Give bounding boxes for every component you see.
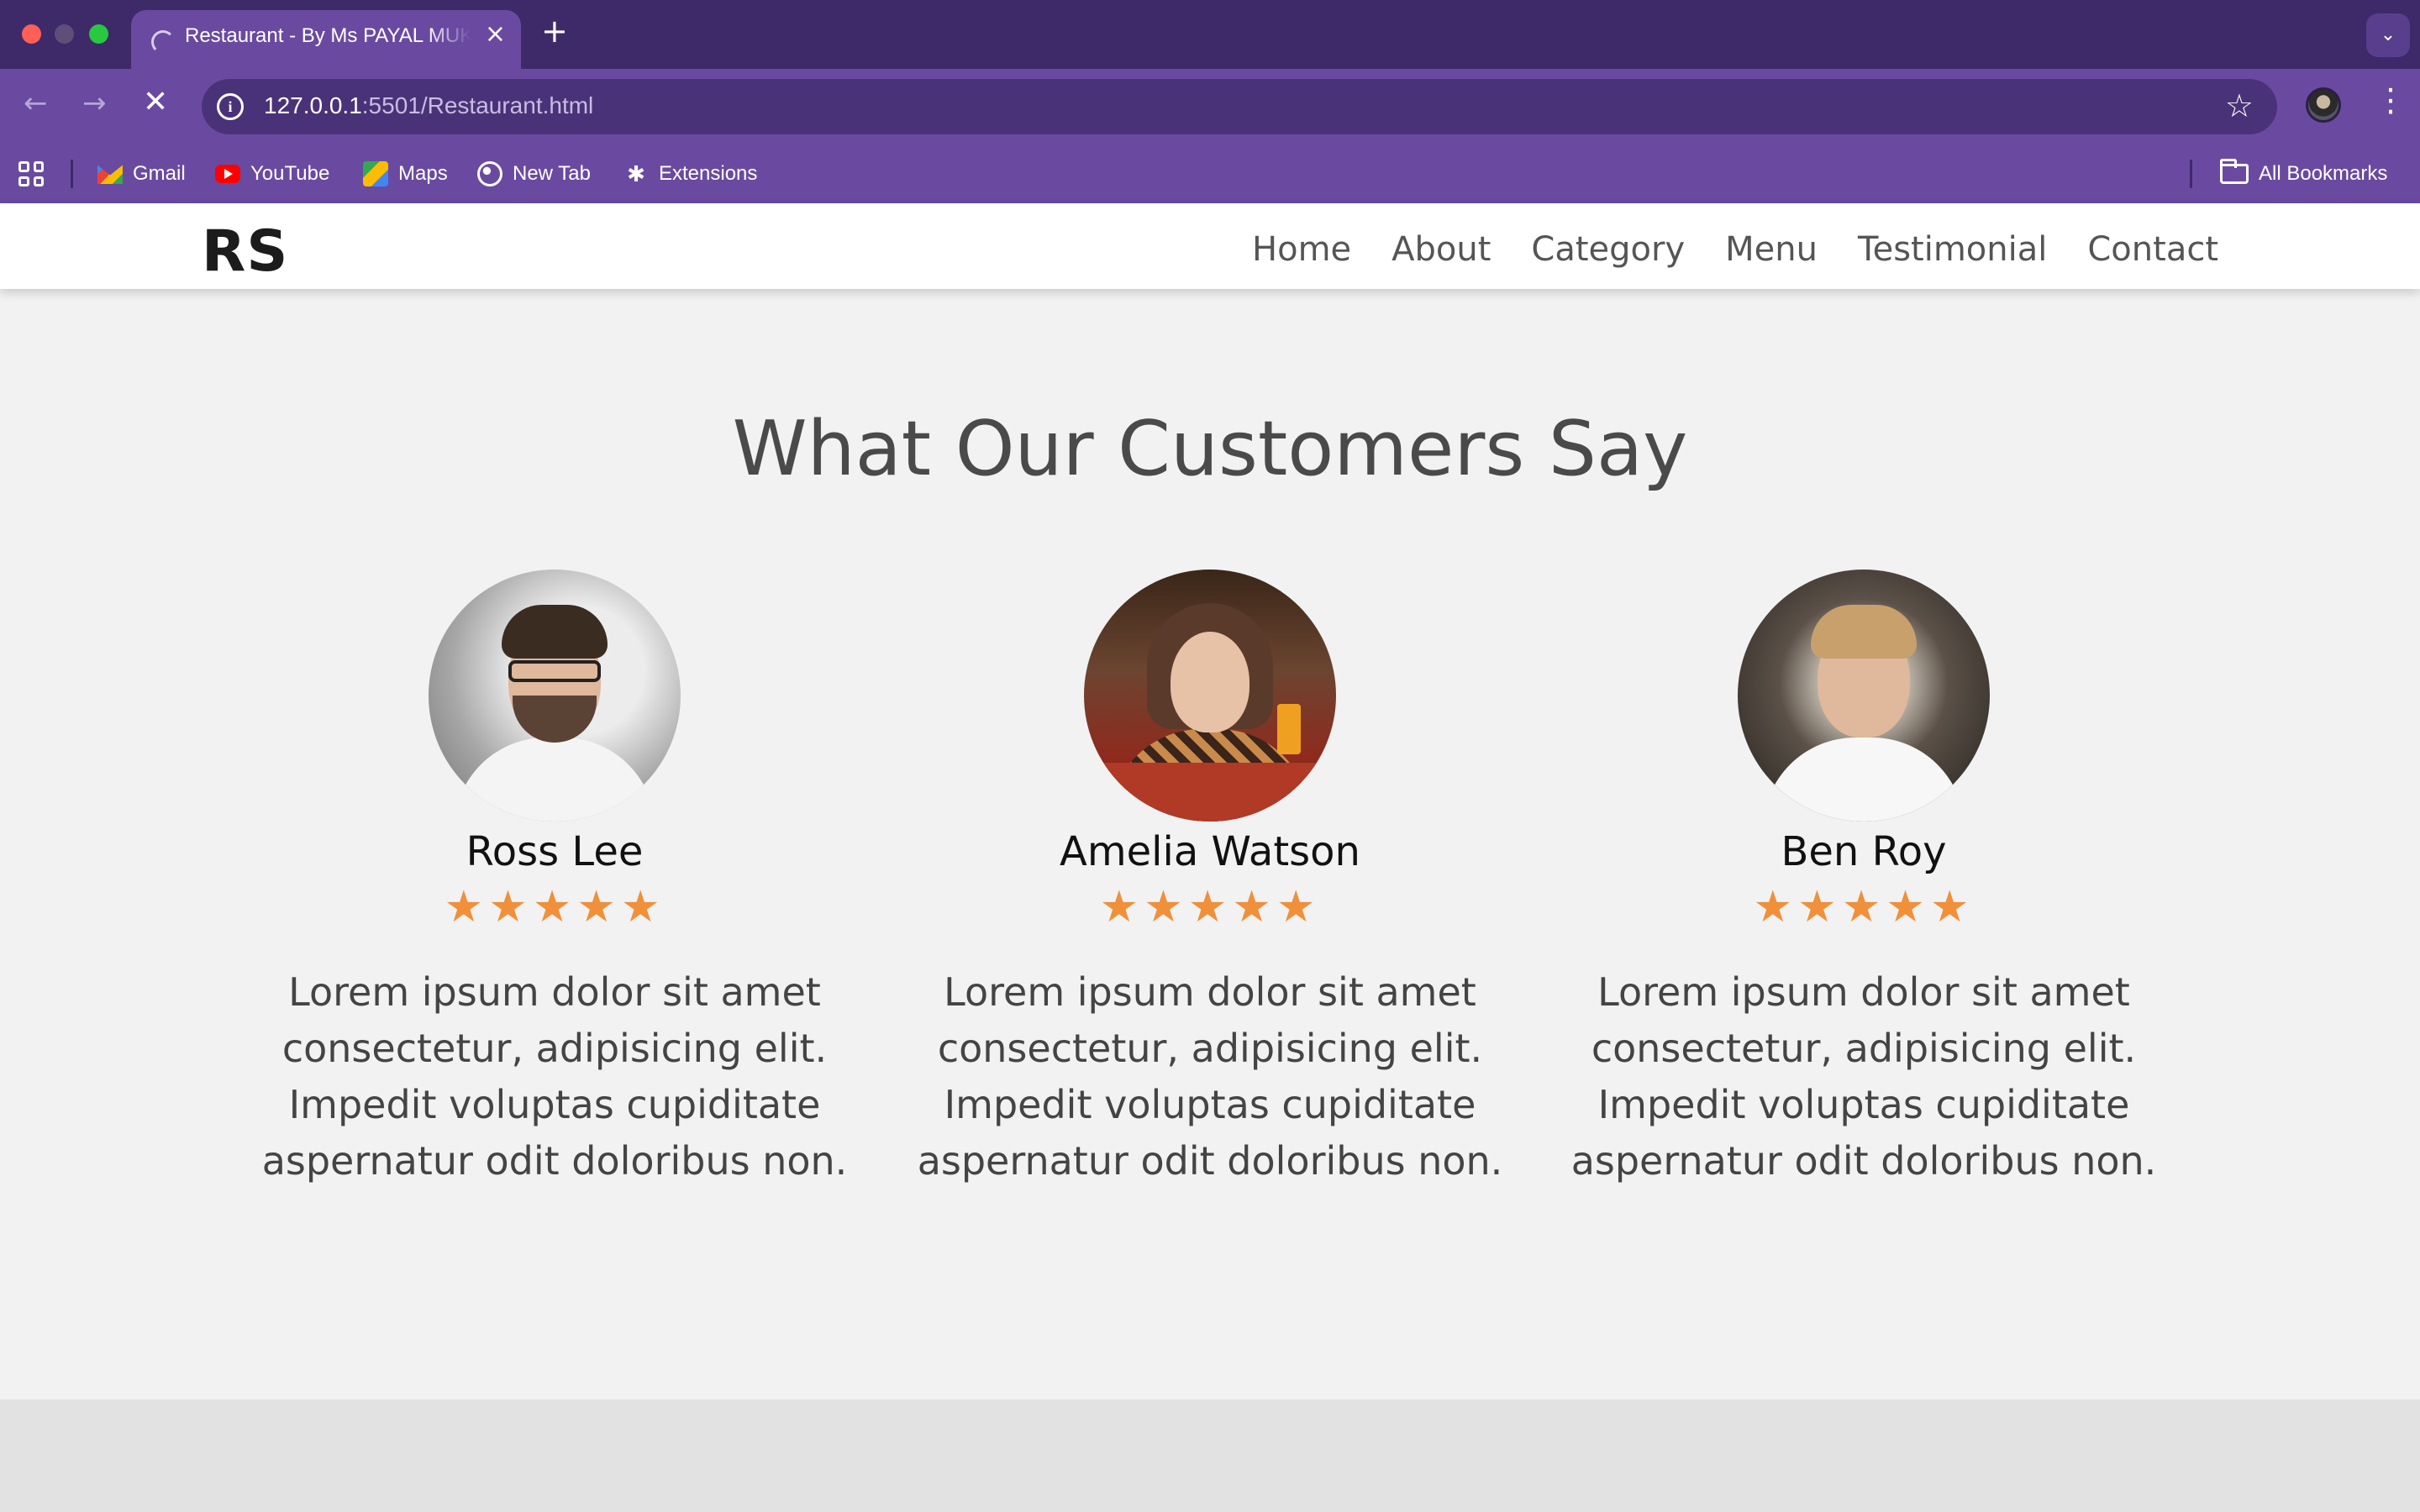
customer-photo <box>1738 570 1990 822</box>
testimonial-card: Ross Lee ★★★★★ Lorem ipsum dolor sit ame… <box>260 570 849 1189</box>
profile-avatar[interactable] <box>2306 87 2341 123</box>
url-text[interactable]: 127.0.0.1:5501/Restaurant.html <box>264 92 593 119</box>
testimonial-card: Amelia Watson ★★★★★ Lorem ipsum dolor si… <box>916 570 1504 1189</box>
window-maximize-button[interactable] <box>89 24 108 44</box>
folder-icon <box>2220 159 2249 184</box>
all-bookmarks-button[interactable]: All Bookmarks <box>2220 159 2388 188</box>
bookmark-maps[interactable]: Maps <box>363 160 448 188</box>
customer-photo <box>1084 570 1336 822</box>
globe-icon <box>477 161 502 186</box>
testimonials-section: What Our Customers Say Ross Lee ★★★★★ Lo… <box>0 289 2420 1399</box>
browser-toolbar: ← → ✕ i 127.0.0.1:5501/Restaurant.html ☆… <box>0 69 2420 144</box>
forward-arrow-icon[interactable]: → <box>82 89 107 118</box>
tab-close-icon[interactable]: × <box>485 22 506 47</box>
bookmark-label: New Tab <box>513 162 591 185</box>
puzzle-icon: ✱ <box>627 161 645 186</box>
address-bar[interactable]: i 127.0.0.1:5501/Restaurant.html ☆ <box>202 79 2277 134</box>
bookmarks-divider <box>2190 160 2192 188</box>
testimonial-card: Ben Roy ★★★★★ Lorem ipsum dolor sit amet… <box>1570 570 2158 1189</box>
apps-grid-icon[interactable] <box>18 161 44 186</box>
site-info-icon[interactable]: i <box>217 93 244 120</box>
browser-menu-icon[interactable]: ⋮ <box>2375 84 2407 116</box>
gmail-icon <box>97 165 123 184</box>
bookmark-label: YouTube <box>250 162 330 185</box>
url-path: :5501/Restaurant.html <box>361 92 594 118</box>
browser-tab-strip: Restaurant - By Ms PAYAL MUKHERJEE × + ⌄ <box>0 0 2420 69</box>
bookmark-label: Gmail <box>133 162 186 185</box>
bookmark-youtube[interactable]: YouTube <box>215 160 329 188</box>
customer-name: Ross Lee <box>466 828 644 875</box>
customer-name: Ben Roy <box>1781 828 1947 875</box>
footer-section <box>0 1399 2420 1512</box>
nav-link-contact[interactable]: Contact <box>2087 230 2218 269</box>
nav-link-testimonial[interactable]: Testimonial <box>1858 230 2047 269</box>
tab-search-button[interactable]: ⌄ <box>2366 13 2410 57</box>
review-text: Lorem ipsum dolor sit amet consectetur, … <box>917 969 1503 1184</box>
review-text: Lorem ipsum dolor sit amet consectetur, … <box>261 969 848 1184</box>
bookmark-label: Extensions <box>659 162 758 185</box>
customer-photo <box>429 570 681 822</box>
bookmark-label: Maps <box>398 162 448 185</box>
new-tab-button[interactable]: + <box>541 15 568 47</box>
review-text: Lorem ipsum dolor sit amet consectetur, … <box>1570 969 2157 1184</box>
nav-link-menu[interactable]: Menu <box>1725 230 1818 269</box>
star-rating-icon: ★★★★★ <box>1753 882 1975 932</box>
main-nav: Home About Category Menu Testimonial Con… <box>1252 230 2218 269</box>
section-heading: What Our Customers Say <box>732 405 1688 493</box>
loading-spinner-icon <box>151 30 175 54</box>
bookmarks-bar: Gmail YouTube Maps New Tab ✱ Extensions … <box>0 144 2420 203</box>
tab-title: Restaurant - By Ms PAYAL MUKHERJEE <box>185 24 471 47</box>
nav-link-home[interactable]: Home <box>1252 230 1351 269</box>
nav-link-about[interactable]: About <box>1392 230 1491 269</box>
bookmark-star-icon[interactable]: ☆ <box>2225 87 2254 124</box>
site-logo[interactable]: RS <box>202 218 288 285</box>
customer-name: Amelia Watson <box>1060 828 1360 875</box>
all-bookmarks-label: All Bookmarks <box>2259 162 2388 185</box>
bookmark-extensions[interactable]: ✱ Extensions <box>623 160 757 188</box>
maps-icon <box>363 161 388 186</box>
bookmarks-divider <box>71 160 73 188</box>
site-header: RS Home About Category Menu Testimonial … <box>0 203 2420 289</box>
back-arrow-icon[interactable]: ← <box>24 89 48 118</box>
star-rating-icon: ★★★★★ <box>444 882 666 932</box>
bookmark-gmail[interactable]: Gmail <box>97 160 186 188</box>
bookmark-new-tab[interactable]: New Tab <box>477 160 591 188</box>
window-minimize-button[interactable] <box>55 24 74 44</box>
url-host: 127.0.0.1 <box>264 92 362 118</box>
window-close-button[interactable] <box>22 24 41 44</box>
star-rating-icon: ★★★★★ <box>1099 882 1321 932</box>
nav-link-category[interactable]: Category <box>1531 230 1685 269</box>
stop-loading-icon[interactable]: ✕ <box>143 87 168 118</box>
browser-tab-active[interactable]: Restaurant - By Ms PAYAL MUKHERJEE × <box>131 10 521 69</box>
youtube-icon <box>215 165 240 183</box>
